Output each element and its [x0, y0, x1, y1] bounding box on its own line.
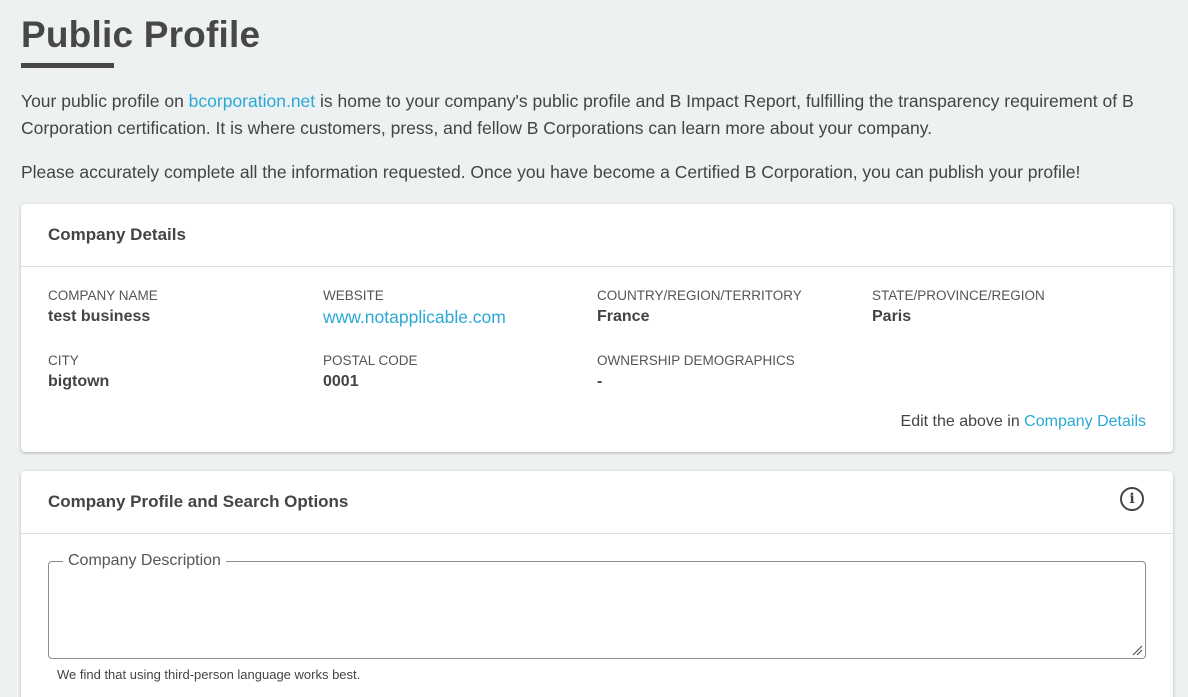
- ownership-field: OWNERSHIP DEMOGRAPHICS -: [597, 353, 867, 391]
- bcorporation-link[interactable]: bcorporation.net: [189, 91, 315, 111]
- company-description-field[interactable]: Company Description: [48, 552, 1146, 659]
- country-value: France: [597, 308, 650, 325]
- company-details-header: Company Details: [21, 204, 1173, 267]
- ownership-value: -: [597, 373, 603, 390]
- company-name-value: test business: [48, 308, 151, 325]
- profile-options-card: Company Profile and Search Options i Com…: [21, 471, 1173, 697]
- postal-code-field: POSTAL CODE 0001: [323, 353, 593, 391]
- ownership-label: OWNERSHIP DEMOGRAPHICS: [597, 353, 795, 368]
- edit-details-line: Edit the above in Company Details: [901, 413, 1146, 431]
- info-icon[interactable]: i: [1120, 487, 1144, 511]
- postal-code-value: 0001: [323, 373, 359, 390]
- city-field: CITY bigtown: [48, 353, 318, 391]
- country-field: COUNTRY/REGION/TERRITORY France: [597, 288, 867, 326]
- company-description-label: Company Description: [68, 552, 221, 569]
- profile-options-title: Company Profile and Search Options: [48, 492, 349, 511]
- intro-text-before: Your public profile on: [21, 91, 189, 111]
- website-label: WEBSITE: [323, 288, 384, 303]
- postal-code-label: POSTAL CODE: [323, 353, 418, 368]
- intro-paragraph: Your public profile on bcorporation.net …: [21, 88, 1181, 142]
- page-title: Public Profile: [21, 14, 261, 55]
- city-value: bigtown: [48, 373, 110, 390]
- state-field: STATE/PROVINCE/REGION Paris: [872, 288, 1142, 326]
- company-name-label: COMPANY NAME: [48, 288, 158, 303]
- title-underline: [21, 63, 114, 68]
- state-value: Paris: [872, 308, 912, 325]
- company-description-textarea[interactable]: [59, 570, 1135, 648]
- resize-grip-icon[interactable]: [1131, 644, 1143, 656]
- company-details-link[interactable]: Company Details: [1024, 413, 1146, 430]
- instructions-paragraph: Please accurately complete all the infor…: [21, 162, 1081, 182]
- company-name-field: COMPANY NAME test business: [48, 288, 318, 326]
- website-field: WEBSITE www.notapplicable.com: [323, 288, 593, 328]
- public-profile-page: Public Profile Your public profile on bc…: [0, 0, 1188, 697]
- description-helper-text: We find that using third-person language…: [57, 667, 361, 682]
- country-label: COUNTRY/REGION/TERRITORY: [597, 288, 802, 303]
- profile-options-header: Company Profile and Search Options i: [21, 471, 1173, 534]
- website-link[interactable]: www.notapplicable.com: [323, 307, 593, 328]
- state-label: STATE/PROVINCE/REGION: [872, 288, 1045, 303]
- edit-details-text: Edit the above in: [900, 413, 1025, 430]
- company-details-card: Company Details COMPANY NAME test busine…: [21, 204, 1173, 452]
- city-label: CITY: [48, 353, 79, 368]
